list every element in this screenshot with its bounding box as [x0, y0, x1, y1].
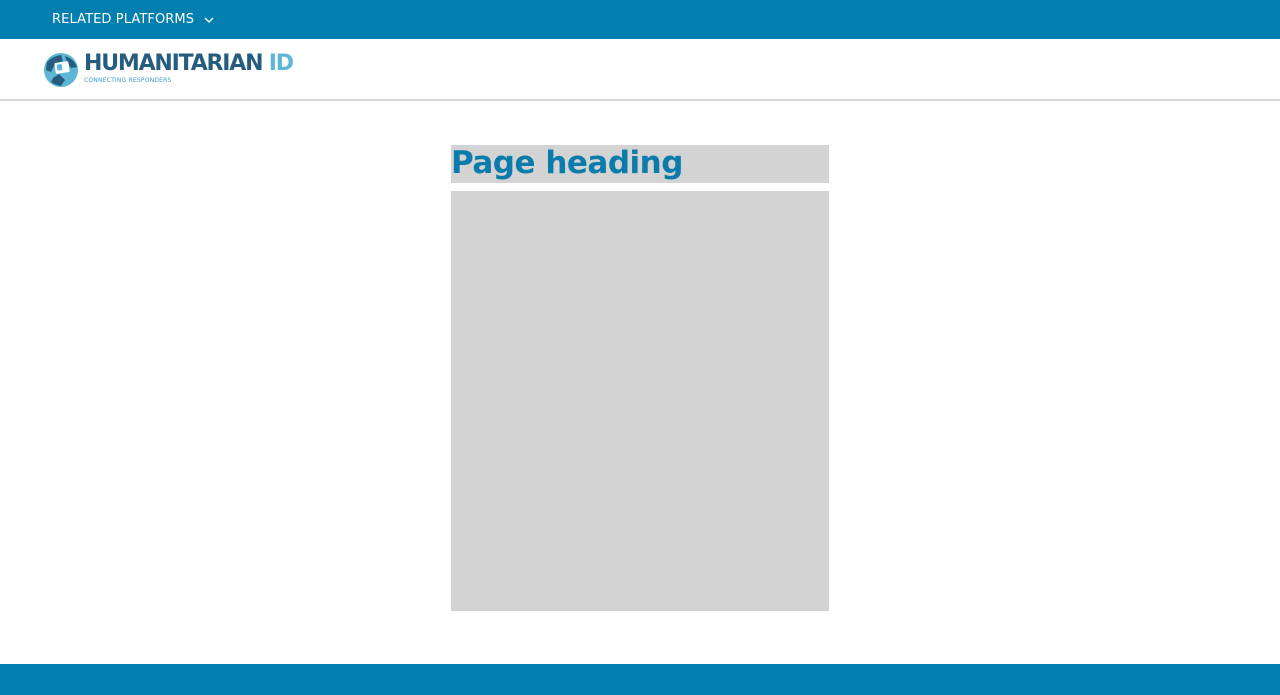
page-heading-container: Page heading	[451, 145, 829, 183]
logo-suffix: ID	[268, 51, 294, 76]
logo-wordmark: HUMANITARIAN ID	[84, 51, 294, 76]
page-heading: Page heading	[451, 145, 683, 181]
related-platforms-menu[interactable]: RELATED PLATFORMS	[52, 0, 214, 39]
globe-id-logo-icon	[44, 53, 78, 87]
logo-name: HUMANITARIAN	[84, 51, 263, 76]
chevron-down-icon	[204, 17, 214, 23]
humanitarian-id-logo[interactable]: HUMANITARIAN ID CONNECTING RESPONDERS	[43, 51, 294, 88]
site-footer	[0, 664, 1280, 695]
related-platforms-label: RELATED PLATFORMS	[52, 12, 195, 27]
top-bar: RELATED PLATFORMS	[0, 0, 1280, 39]
site-header: HUMANITARIAN ID CONNECTING RESPONDERS	[0, 39, 1280, 101]
content-placeholder	[451, 191, 829, 611]
logo-tagline: CONNECTING RESPONDERS	[84, 77, 172, 84]
